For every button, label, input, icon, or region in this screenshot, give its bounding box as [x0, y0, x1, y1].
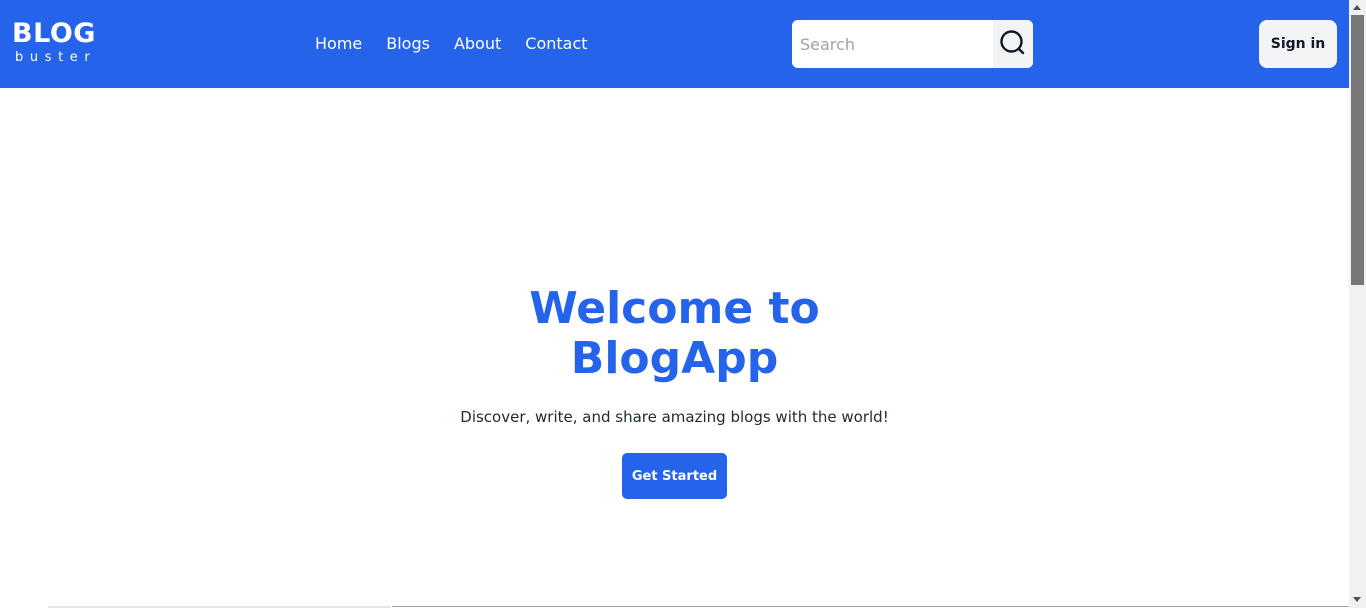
- search-button[interactable]: [993, 20, 1033, 68]
- nav-link-home[interactable]: Home: [315, 34, 362, 54]
- search-bar: [792, 20, 1033, 68]
- hero-section: Welcome to BlogApp Discover, write, and …: [0, 88, 1349, 608]
- scroll-down-icon[interactable]: [1353, 597, 1361, 602]
- brand-logo[interactable]: BLOG buster: [12, 18, 96, 65]
- bottom-divider: [392, 606, 1349, 607]
- brand-title: BLOG: [12, 18, 96, 49]
- nav-links: Home Blogs About Contact: [315, 34, 612, 54]
- sign-in-button[interactable]: Sign in: [1259, 20, 1337, 68]
- get-started-button[interactable]: Get Started: [622, 453, 727, 499]
- hero-title-line-2: BlogApp: [570, 333, 779, 384]
- brand-subtitle: buster: [15, 50, 97, 65]
- nav-link-contact[interactable]: Contact: [525, 34, 587, 54]
- vertical-scrollbar[interactable]: [1349, 0, 1366, 608]
- search-icon: [999, 29, 1027, 60]
- scrollbar-thumb[interactable]: [1351, 15, 1364, 285]
- scroll-up-icon[interactable]: [1353, 5, 1361, 10]
- nav-link-blogs[interactable]: Blogs: [386, 34, 430, 54]
- navbar: BLOG buster Home Blogs About Contact Sig…: [0, 0, 1349, 88]
- nav-link-about[interactable]: About: [454, 34, 501, 54]
- hero-title-line-1: Welcome to: [529, 283, 820, 334]
- hero-title: Welcome to BlogApp: [0, 284, 1349, 384]
- hero-subtitle: Discover, write, and share amazing blogs…: [460, 408, 889, 426]
- search-input[interactable]: [792, 20, 993, 68]
